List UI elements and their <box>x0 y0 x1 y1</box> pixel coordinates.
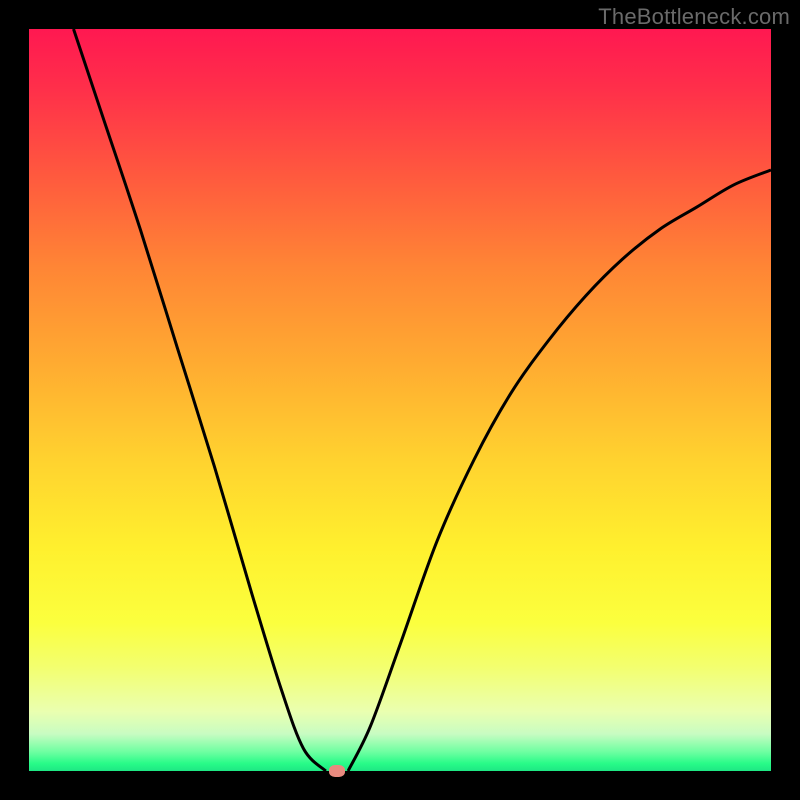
chart-frame: TheBottleneck.com <box>0 0 800 800</box>
minimum-marker <box>329 765 345 777</box>
curve-layer <box>29 29 771 771</box>
left-curve <box>74 29 326 771</box>
watermark-text: TheBottleneck.com <box>598 4 790 30</box>
right-curve <box>348 170 771 771</box>
plot-area <box>29 29 771 771</box>
